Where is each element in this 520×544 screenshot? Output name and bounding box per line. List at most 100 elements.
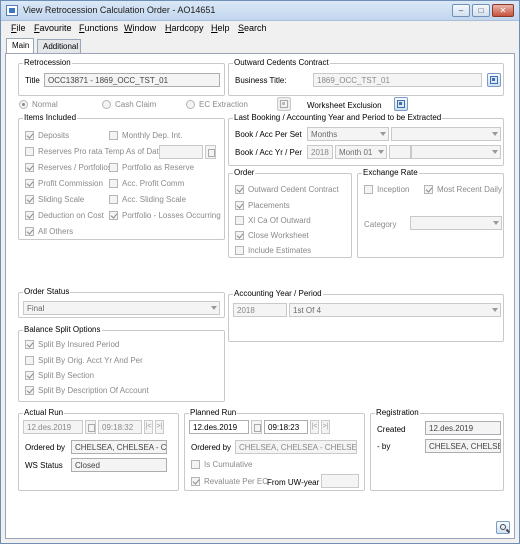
checkbox-inception[interactable]: Inception xyxy=(364,185,409,194)
checkbox-deposits-label: Deposits xyxy=(38,131,70,140)
retrocession-group: Retrocession Title OCC13871 - 1869_OCC_T… xyxy=(18,58,225,96)
menu-file[interactable]: File xyxy=(11,23,26,33)
period-spin-field[interactable] xyxy=(389,145,411,159)
period-select[interactable] xyxy=(411,145,501,159)
year-field[interactable]: 2018 xyxy=(307,145,333,159)
checkbox-close-worksheet[interactable]: Close Worksheet xyxy=(235,231,309,240)
order-status-select[interactable]: Final xyxy=(23,301,220,315)
order-group: Order Outward Cedent Contract Placements… xyxy=(228,168,352,258)
accounting-year-field[interactable]: 2018 xyxy=(233,303,287,317)
checkbox-xl-ca[interactable]: Xl Ca Of Outward xyxy=(235,216,311,225)
checkbox-outward-cedent-contract[interactable]: Outward Cedent Contract xyxy=(235,185,339,194)
checkbox-acc-sliding-scale[interactable]: Acc. Sliding Scale xyxy=(109,195,186,204)
checkbox-monthly-dep-int[interactable]: Monthly Dep. Int. xyxy=(109,131,182,140)
menu-hardcopy[interactable]: Hardcopy xyxy=(165,23,204,33)
radio-ec-extraction[interactable]: EC Extraction xyxy=(186,100,248,109)
checkbox-profit-commission[interactable]: Profit Commission xyxy=(25,179,103,188)
outward-contract-group: Outward Cedents Contract Business Title:… xyxy=(228,58,504,96)
balance-split-group-label: Balance Split Options xyxy=(23,325,102,334)
checkbox-split-orig-acct-yr[interactable]: Split By Orig. Acct Yr And Per xyxy=(25,356,143,365)
menu-search[interactable]: Search xyxy=(238,23,267,33)
menu-help[interactable]: Help xyxy=(211,23,230,33)
ws-status-field[interactable]: Closed xyxy=(71,458,167,472)
per-set-value: Months xyxy=(311,130,338,139)
checkbox-reserves-pro-rata[interactable]: Reserves Pro rata Temp As of Date xyxy=(25,147,163,156)
month-select[interactable]: Month 01 xyxy=(335,145,387,159)
business-title-field[interactable]: 1869_OCC_TST_01 xyxy=(313,73,482,87)
registration-group: Registration Created 12.des.2019 - by CH… xyxy=(370,408,504,491)
created-field[interactable]: 12.des.2019 xyxy=(425,421,501,435)
checkbox-all-others[interactable]: All Others xyxy=(25,227,73,236)
planned-run-calendar-icon[interactable] xyxy=(251,420,262,434)
accounting-year-group-label: Accounting Year / Period xyxy=(233,289,323,298)
checkbox-acc-profit-comm[interactable]: Acc. Profit Comm xyxy=(109,179,184,188)
menu-functions[interactable]: Functions xyxy=(79,23,118,33)
checkbox-portfolio-as-reserve[interactable]: Portfolio as Reserve xyxy=(109,163,194,172)
checkbox-is-cumulative[interactable]: Is Cumulative xyxy=(191,460,252,469)
checkbox-reserves-portfolios[interactable]: Reserves / Portfolios xyxy=(25,163,112,172)
per-set-select[interactable]: Months xyxy=(307,127,389,141)
checkbox-portfolio-losses[interactable]: Portfolio - Losses Occurring xyxy=(109,211,221,220)
actual-run-prev-icon[interactable]: |< xyxy=(144,420,153,434)
planned-run-time-field[interactable]: 09:18:23 xyxy=(264,420,308,434)
tab-additional[interactable]: Additional xyxy=(37,39,81,53)
from-uw-year-field[interactable] xyxy=(321,474,359,488)
checkbox-sliding-scale-label: Sliding Scale xyxy=(38,195,85,204)
accounting-period-select[interactable]: 1st Of 4 xyxy=(289,303,501,317)
checkbox-deduction-on-cost[interactable]: Deduction on Cost xyxy=(25,211,104,220)
per-set-secondary-select[interactable] xyxy=(391,127,501,141)
pro-rata-date-field[interactable] xyxy=(159,145,203,159)
checkbox-monthly-dep-int-label: Monthly Dep. Int. xyxy=(122,131,183,140)
application-window: View Retrocession Calculation Order - AO… xyxy=(0,0,520,544)
planned-run-date-field[interactable]: 12.des.2019 xyxy=(189,420,249,434)
planned-run-prev-icon[interactable]: |< xyxy=(310,420,319,434)
checkbox-deduction-on-cost-label: Deduction on Cost xyxy=(38,211,104,220)
actual-run-calendar-icon[interactable] xyxy=(85,420,96,434)
created-by-field[interactable]: CHELSEA, CHELSEA xyxy=(425,439,501,453)
extraction-details-icon[interactable] xyxy=(277,97,291,111)
checkbox-split-section[interactable]: Split By Section xyxy=(25,371,94,380)
checkbox-split-section-label: Split By Section xyxy=(38,371,95,380)
calendar-icon[interactable] xyxy=(205,145,216,159)
radio-normal[interactable]: Normal xyxy=(19,100,58,109)
menu-bar: File Favourite Functions Window Hardcopy… xyxy=(1,21,519,35)
checkbox-profit-commission-label: Profit Commission xyxy=(38,179,103,188)
menu-window[interactable]: Window xyxy=(124,23,156,33)
checkbox-most-recent-daily-label: Most Recent Daily xyxy=(437,185,502,194)
checkbox-close-worksheet-label: Close Worksheet xyxy=(248,231,309,240)
checkbox-is-cumulative-label: Is Cumulative xyxy=(204,460,253,469)
worksheet-exclusion-icon[interactable] xyxy=(394,97,408,111)
planned-run-next-icon[interactable]: >| xyxy=(321,420,330,434)
radio-cash-claim[interactable]: Cash Claim xyxy=(102,100,156,109)
actual-run-next-icon[interactable]: >| xyxy=(155,420,164,434)
order-group-label: Order xyxy=(233,168,256,177)
checkbox-split-description[interactable]: Split By Description Of Account xyxy=(25,386,149,395)
checkbox-most-recent-daily[interactable]: Most Recent Daily xyxy=(424,185,502,194)
maximize-button[interactable]: □ xyxy=(472,4,490,17)
checkbox-revaluate-per-ec[interactable]: Revaluate Per EC xyxy=(191,477,268,486)
retrocession-group-label: Retrocession xyxy=(23,58,72,67)
planned-ordered-by-label: Ordered by xyxy=(191,443,232,452)
actual-ordered-by-field[interactable]: CHELSEA, CHELSEA - CH xyxy=(71,440,167,454)
minimize-button[interactable]: – xyxy=(452,4,470,17)
checkbox-sliding-scale[interactable]: Sliding Scale xyxy=(25,195,84,204)
title-label: Title xyxy=(25,76,40,85)
checkbox-placements[interactable]: Placements xyxy=(235,201,290,210)
accounting-year-group: Accounting Year / Period 2018 1st Of 4 xyxy=(228,289,504,342)
open-contract-icon[interactable] xyxy=(487,73,501,87)
actual-run-time-field[interactable]: 09:18:32 xyxy=(98,420,142,434)
title-field[interactable]: OCC13871 - 1869_OCC_TST_01 xyxy=(44,73,220,87)
book-acc-yr-per-label: Book / Acc Yr / Per xyxy=(235,148,302,157)
zoom-icon[interactable] xyxy=(496,521,510,534)
checkbox-split-insured-period[interactable]: Split By Insured Period xyxy=(25,340,119,349)
tab-main[interactable]: Main xyxy=(6,38,34,53)
items-included-group-label: Items Included xyxy=(23,113,78,122)
category-select[interactable] xyxy=(410,216,502,230)
checkbox-include-estimates[interactable]: Include Estimates xyxy=(235,246,311,255)
actual-run-date-field[interactable]: 12.des.2019 xyxy=(23,420,83,434)
order-status-value: Final xyxy=(27,304,45,313)
checkbox-deposits[interactable]: Deposits xyxy=(25,131,69,140)
planned-ordered-by-field[interactable]: CHELSEA, CHELSEA - CHELSEA xyxy=(235,440,357,454)
menu-favourite[interactable]: Favourite xyxy=(34,23,72,33)
close-button[interactable]: ✕ xyxy=(492,4,514,17)
